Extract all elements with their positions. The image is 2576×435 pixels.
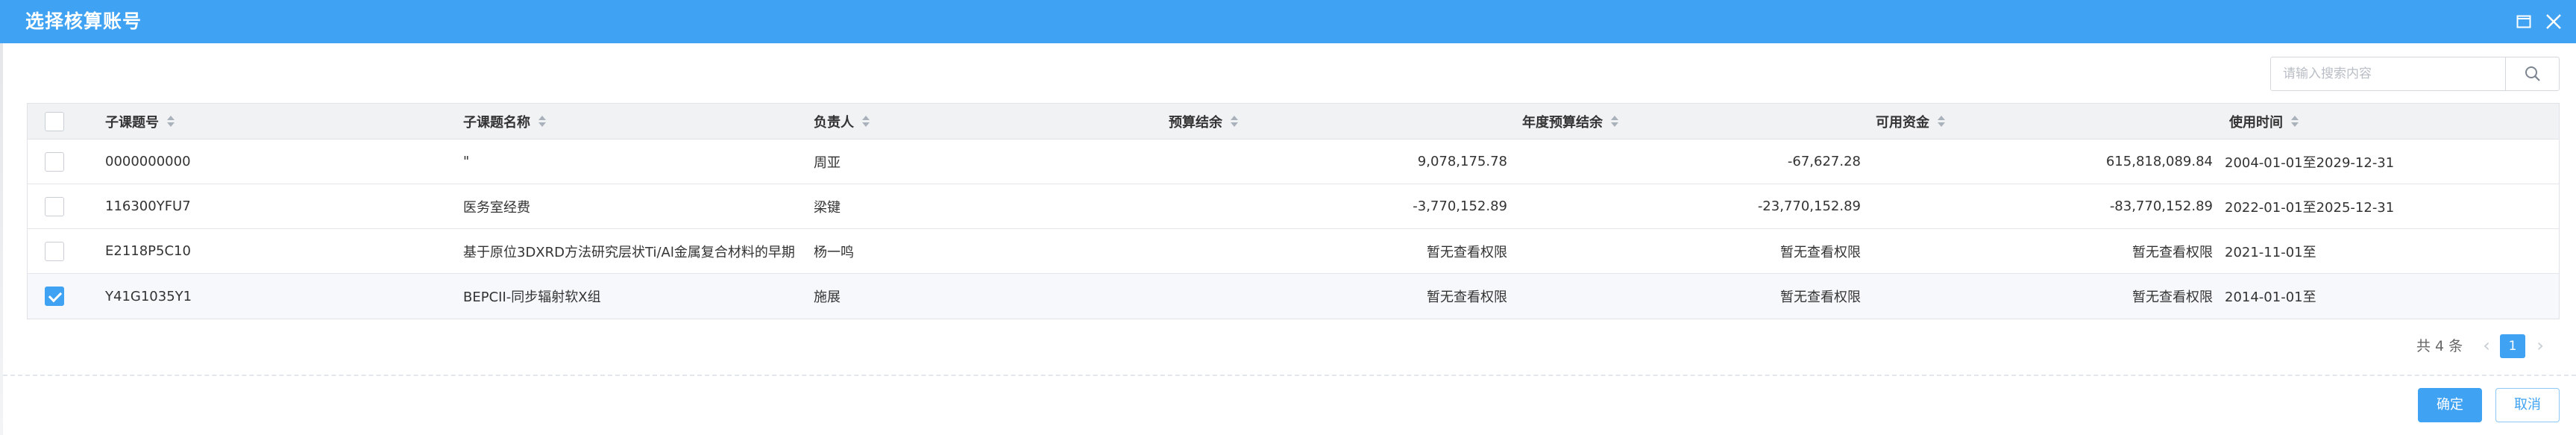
owner-cell: 施展 bbox=[814, 290, 841, 305]
code-cell: E2118P5C10 bbox=[105, 243, 191, 259]
column-header-available-funds[interactable]: 可用资金 bbox=[1876, 104, 2216, 139]
pagination-total: 共 4 条 bbox=[2416, 338, 2463, 354]
maximize-button[interactable] bbox=[2507, 0, 2540, 43]
row-check-cell bbox=[28, 140, 81, 184]
name-cell: 基于原位3DXRD方法研究层状Ti/Al金属复合材料的早期 bbox=[463, 244, 795, 260]
column-header-name[interactable]: 子课题名称 bbox=[463, 104, 844, 139]
table-row[interactable]: 116300YFU7 医务室经费 梁键 -3,770,152.89 -23,77… bbox=[28, 184, 2559, 229]
column-header-annual-budget-balance[interactable]: 年度预算结余 bbox=[1522, 104, 1864, 139]
footer-divider bbox=[3, 375, 2576, 376]
table-row[interactable]: E2118P5C10 基于原位3DXRD方法研究层状Ti/Al金属复合材料的早期… bbox=[28, 229, 2559, 274]
dialog-title: 选择核算账号 bbox=[25, 10, 142, 32]
sort-icon[interactable] bbox=[1937, 115, 1946, 128]
sort-icon[interactable] bbox=[2290, 115, 2299, 128]
maximize-icon bbox=[2516, 15, 2531, 28]
usage-period-cell: 2004-01-01至2029-12-31 bbox=[2225, 154, 2395, 171]
table-row[interactable]: Y41G1035Y1 BEPCII-同步辐射软X组 施展 暂无查看权限 暂无查看… bbox=[28, 274, 2559, 319]
column-header-owner[interactable]: 负责人 bbox=[814, 104, 1127, 139]
backdrop-edge bbox=[0, 43, 3, 435]
table-row[interactable]: 0000000000 " 周亚 9,078,175.78 -67,627.28 … bbox=[28, 140, 2559, 184]
sort-icon[interactable] bbox=[861, 115, 870, 128]
sort-icon[interactable] bbox=[538, 115, 547, 128]
name-cell: 医务室经费 bbox=[463, 199, 530, 216]
confirm-button[interactable]: 确定 bbox=[2418, 388, 2482, 422]
available-funds-cell: 暂无查看权限 bbox=[2132, 244, 2213, 260]
usage-period-cell: 2014-01-01至 bbox=[2225, 290, 2316, 305]
cancel-button[interactable]: 取消 bbox=[2495, 388, 2560, 422]
annual-budget-balance-cell: -23,770,152.89 bbox=[1757, 198, 1861, 214]
annual-budget-balance-cell: 暂无查看权限 bbox=[1780, 244, 1861, 260]
code-cell: 0000000000 bbox=[105, 154, 191, 169]
account-table: 子课题号 子课题名称 负责人 预算结余 年度预算结余 可用资金 使用时间 000… bbox=[27, 103, 2560, 319]
dialog-titlebar: 选择核算账号 bbox=[0, 0, 2576, 43]
select-account-dialog: 选择核算账号 请输入搜索内容 子课题号 子课题名称 负责人 预算结余 年度预算结… bbox=[0, 0, 2576, 435]
column-header-code[interactable]: 子课题号 bbox=[105, 104, 433, 139]
page-number-current[interactable]: 1 bbox=[2500, 334, 2525, 358]
search-icon bbox=[2525, 66, 2540, 81]
sort-icon[interactable] bbox=[1230, 115, 1239, 128]
annual-budget-balance-cell: 暂无查看权限 bbox=[1780, 290, 1861, 305]
budget-balance-cell: -3,770,152.89 bbox=[1413, 198, 1507, 214]
budget-balance-cell: 暂无查看权限 bbox=[1427, 290, 1507, 305]
row-check-cell bbox=[28, 274, 81, 319]
annual-budget-balance-cell: -67,627.28 bbox=[1787, 154, 1861, 169]
sort-icon[interactable] bbox=[1610, 115, 1619, 128]
close-icon bbox=[2546, 14, 2561, 29]
row-checkbox[interactable] bbox=[45, 287, 64, 306]
next-page-button[interactable]: › bbox=[2531, 333, 2549, 360]
row-checkbox[interactable] bbox=[45, 241, 64, 261]
available-funds-cell: 暂无查看权限 bbox=[2132, 290, 2213, 305]
row-checkbox[interactable] bbox=[45, 151, 64, 172]
select-all-checkbox[interactable] bbox=[45, 111, 64, 131]
owner-cell: 周亚 bbox=[814, 154, 841, 171]
usage-period-cell: 2021-11-01至 bbox=[2225, 244, 2316, 260]
search-input[interactable] bbox=[2271, 57, 2505, 90]
row-check-cell bbox=[28, 184, 81, 228]
search-box bbox=[2270, 57, 2560, 91]
usage-period-cell: 2022-01-01至2025-12-31 bbox=[2225, 199, 2395, 216]
select-all-cell bbox=[28, 104, 81, 139]
budget-balance-cell: 暂无查看权限 bbox=[1427, 244, 1507, 260]
owner-cell: 杨一鸣 bbox=[814, 244, 854, 260]
prev-page-button[interactable]: ‹ bbox=[2478, 333, 2495, 360]
column-header-budget-balance[interactable]: 预算结余 bbox=[1169, 104, 1512, 139]
search-button[interactable] bbox=[2505, 57, 2559, 90]
row-check-cell bbox=[28, 229, 81, 273]
available-funds-cell: -83,770,152.89 bbox=[2109, 198, 2213, 214]
code-cell: 116300YFU7 bbox=[105, 198, 191, 214]
name-cell: " bbox=[463, 154, 470, 169]
table-header: 子课题号 子课题名称 负责人 预算结余 年度预算结余 可用资金 使用时间 bbox=[28, 104, 2559, 140]
available-funds-cell: 615,818,089.84 bbox=[2105, 154, 2213, 169]
row-checkbox[interactable] bbox=[45, 196, 64, 216]
column-header-usage-period[interactable]: 使用时间 bbox=[2229, 104, 2557, 139]
name-cell: BEPCII-同步辐射软X组 bbox=[463, 290, 601, 305]
code-cell: Y41G1035Y1 bbox=[105, 288, 192, 304]
sort-icon[interactable] bbox=[166, 115, 175, 128]
owner-cell: 梁键 bbox=[814, 199, 841, 216]
close-button[interactable] bbox=[2537, 0, 2570, 43]
budget-balance-cell: 9,078,175.78 bbox=[1417, 154, 1507, 169]
